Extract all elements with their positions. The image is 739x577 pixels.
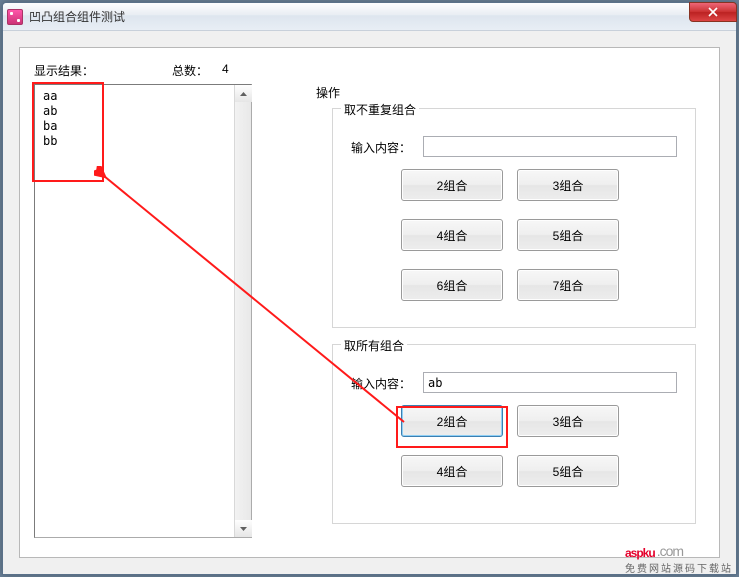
inner-panel: 显示结果： 总数： 4 aa ab ba bb 操作 xyxy=(19,47,720,558)
chevron-down-icon xyxy=(240,527,247,531)
g1-input[interactable] xyxy=(423,136,677,157)
watermark: aspku.com 免费网站源码下载站 xyxy=(625,533,733,575)
result-header-label: 显示结果： xyxy=(34,62,94,79)
g2-input-label: 输入内容： xyxy=(351,375,411,392)
g1-input-label: 输入内容： xyxy=(351,139,411,156)
scroll-down-button[interactable] xyxy=(235,520,252,537)
g2-btn-3[interactable]: 3组合 xyxy=(517,405,619,437)
watermark-tagline: 免费网站源码下载站 xyxy=(625,560,733,575)
total-header-label: 总数： xyxy=(172,62,208,79)
group-all-title: 取所有组合 xyxy=(341,337,407,354)
g1-btn-5[interactable]: 5组合 xyxy=(517,219,619,251)
watermark-tld: .com xyxy=(657,543,683,559)
scrollbar[interactable] xyxy=(234,85,251,537)
titlebar[interactable]: 凹凸组合组件测试 xyxy=(3,3,736,31)
operation-label: 操作 xyxy=(316,84,340,101)
chevron-up-icon xyxy=(240,92,247,96)
close-button[interactable] xyxy=(689,2,737,22)
g1-btn-3[interactable]: 3组合 xyxy=(517,169,619,201)
group-all-combos: 取所有组合 输入内容： 2组合3组合4组合5组合 xyxy=(332,344,696,524)
scroll-up-button[interactable] xyxy=(235,85,252,102)
g1-btn-2[interactable]: 2组合 xyxy=(401,169,503,201)
g1-btn-6[interactable]: 6组合 xyxy=(401,269,503,301)
close-icon xyxy=(708,7,718,17)
app-window: 凹凸组合组件测试 显示结果： 总数： 4 aa ab ba bb xyxy=(2,2,737,575)
app-icon xyxy=(7,9,23,25)
window-title: 凹凸组合组件测试 xyxy=(29,8,125,25)
client-area: 显示结果： 总数： 4 aa ab ba bb 操作 xyxy=(3,31,736,574)
g1-btn-4[interactable]: 4组合 xyxy=(401,219,503,251)
total-value: 4 xyxy=(222,62,229,76)
watermark-brand: aspku xyxy=(625,546,655,560)
group-unique-title: 取不重复组合 xyxy=(341,101,419,118)
result-listbox[interactable]: aa ab ba bb xyxy=(34,84,252,538)
g2-btn-4[interactable]: 4组合 xyxy=(401,455,503,487)
g1-btn-7[interactable]: 7组合 xyxy=(517,269,619,301)
result-list-content: aa ab ba bb xyxy=(35,85,251,153)
g2-btn-2[interactable]: 2组合 xyxy=(401,405,503,437)
g2-input[interactable] xyxy=(423,372,677,393)
group-unique-combos: 取不重复组合 输入内容： 2组合3组合4组合5组合6组合7组合 xyxy=(332,108,696,328)
g2-btn-5[interactable]: 5组合 xyxy=(517,455,619,487)
